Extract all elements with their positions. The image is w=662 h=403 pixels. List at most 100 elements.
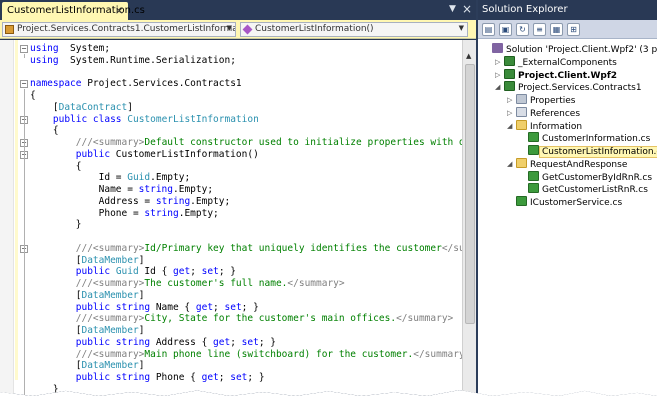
tree-node-label: CustomerInformation.cs [542,134,651,145]
code-token: ; } [218,266,236,278]
collapse-arrow-icon[interactable]: ◢ [507,120,512,132]
expand-arrow-icon[interactable]: ▷ [507,94,512,106]
cs-file-icon [516,196,527,206]
code-token: [ [30,101,59,113]
cs-file-icon [528,145,539,155]
code-token: Address { [150,336,214,348]
tree-node[interactable]: ◢ Project.Services.Contracts1 [495,81,642,93]
tree-node[interactable]: CustomerInformation.cs [528,132,650,144]
folder-icon [516,119,527,130]
view-code-icon[interactable]: ≡ [533,23,546,36]
expand-arrow-icon[interactable]: ▷ [507,107,512,119]
tree-node[interactable]: Solution 'Project.Client.Wpf2' (3 projec… [492,43,657,55]
tree-node[interactable]: GetCustomerByIdRnR.cs [528,170,652,183]
code-token: ; [213,301,225,313]
tree-node-label: Solution 'Project.Client.Wpf2' (3 projec… [506,45,657,55]
view-designer-icon[interactable]: ▦ [550,23,563,36]
outline-guide [24,54,25,58]
collapse-toggle-icon[interactable]: − [20,80,28,89]
code-line: [DataMember] [30,255,145,267]
tree-node-label: Project.Client.Wpf2 [518,70,618,81]
tree-node[interactable]: CustomerListInformation.cs [528,145,657,158]
cs-file-icon [528,183,539,194]
code-token: Name = [30,184,139,195]
tree-node[interactable]: ▷ Project.Client.Wpf2 [495,68,618,81]
class-combo[interactable]: Project.Services.Contracts1.CustomerList… [2,22,236,37]
code-token: ; [218,372,231,383]
code-token: } [30,383,59,395]
tab-customer-list-information[interactable]: CustomerListInformation.cs × [2,2,145,20]
code-line: public string Name { get; set; } [30,302,259,314]
chevron-down-icon: ▼ [226,24,232,32]
tree-node-label: _ExternalComponents [518,57,617,68]
code-line: [DataMember] [30,325,145,337]
solution-explorer-toolbar: ▤ ▣ ↻ ≡ ▦ ⊞ [478,20,657,39]
code-token: public string [30,336,151,348]
tree-node[interactable]: ▷ Properties [507,94,575,106]
code-line: [DataMember] [30,289,145,302]
class-diagram-icon[interactable]: ⊞ [567,23,580,36]
tab-dropdown-icon[interactable]: ▼ [449,4,456,14]
collapse-arrow-icon[interactable]: ◢ [495,81,500,93]
code-token: { [30,160,82,172]
method-icon [242,24,253,35]
collapse-toggle-icon[interactable]: − [20,45,28,53]
tab-close-icon[interactable]: × [115,4,124,17]
member-combo[interactable]: CustomerListInformation() ▼ [240,22,468,37]
code-token: Default constructor used to initialize p… [144,137,476,148]
expand-arrow-icon[interactable]: ▷ [495,69,500,81]
tree-node-label: CustomerListInformation.cs [539,146,657,158]
expand-arrow-icon[interactable]: ▷ [495,56,500,68]
code-token: using [30,54,59,66]
code-token: using [30,43,59,54]
code-token: CustomerListInformation() [110,148,259,160]
code-token: .Empty; [173,184,214,195]
vertical-scrollbar[interactable]: ╪ ▲ [462,40,476,396]
code-token: { [30,90,36,101]
code-token: .Empty; [190,195,231,207]
code-token: <summary> [92,137,145,148]
code-token: Phone { [150,372,202,383]
code-token: ; [190,266,202,278]
code-token: </summary> [396,313,454,325]
code-token: DataMember [81,360,139,372]
code-token: <summary> [92,278,145,289]
code-line: Name = string.Empty; [30,184,213,196]
tree-node[interactable]: ◢ Information [507,119,582,132]
code-line: { [30,90,36,102]
editor-close-icon[interactable]: × [462,2,472,16]
code-token: Phone = [30,207,145,219]
code-token: /// [30,313,93,325]
code-line: public class CustomerListInformation [30,114,259,126]
code-line: { [30,160,82,173]
show-all-files-icon[interactable]: ▣ [499,23,512,36]
project-icon [504,55,515,66]
code-token: City, State for the customer's main offi… [144,313,397,325]
scroll-up-icon[interactable]: ▲ [466,52,471,60]
properties-icon[interactable]: ▤ [482,23,495,36]
code-token: get [173,266,191,278]
code-line: } [30,396,36,397]
tree-node-label: RequestAndResponse [530,159,628,170]
tree-node[interactable]: ▷ References [507,106,580,119]
code-token: /// [30,278,93,289]
code-token: Id { [138,266,174,278]
tree-node[interactable]: ▷ _ExternalComponents [495,55,617,68]
code-token: Project.Services.Contracts1 [81,78,242,90]
cs-file-icon [528,132,539,143]
code-token: ] [138,289,145,301]
tree-node[interactable]: ◢ RequestAndResponse [507,157,628,170]
collapse-arrow-icon[interactable]: ◢ [507,158,512,170]
code-token: DataMember [81,289,139,301]
code-token: public string [30,301,151,313]
refresh-icon[interactable]: ↻ [516,23,529,36]
code-area[interactable]: using System; using System.Runtime.Serial… [0,40,476,396]
tree-node[interactable]: GetCustomerListRnR.cs [528,183,648,195]
solution-explorer-panel: Solution Explorer ▤ ▣ ↻ ≡ ▦ ⊞ Solution 'Proje… [478,0,657,396]
references-icon [516,106,527,117]
code-token: <summary> [92,313,145,325]
code-token: set [224,301,242,313]
tree-node[interactable]: ICustomerService.cs [516,196,622,208]
code-token: ; } [247,372,265,383]
scroll-thumb[interactable] [465,64,475,324]
